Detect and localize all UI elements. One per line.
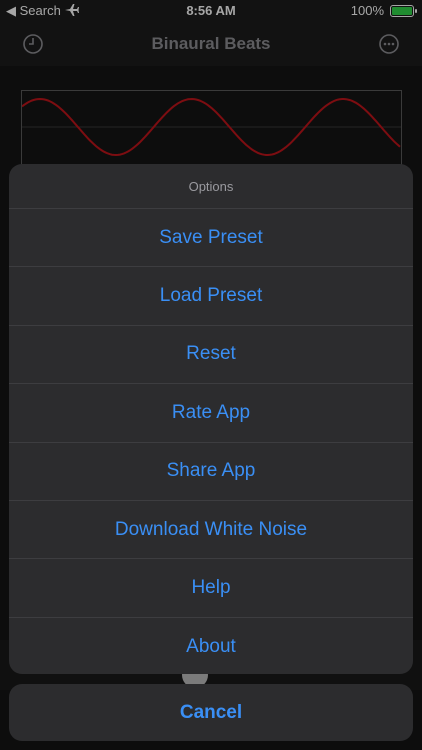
download-white-noise-button[interactable]: Download White Noise <box>9 501 413 560</box>
save-preset-button[interactable]: Save Preset <box>9 209 413 268</box>
reset-button[interactable]: Reset <box>9 326 413 385</box>
about-button[interactable]: About <box>9 618 413 674</box>
action-sheet: Options Save Preset Load Preset Reset Ra… <box>9 164 413 674</box>
rate-app-button[interactable]: Rate App <box>9 384 413 443</box>
action-sheet-title: Options <box>9 164 413 209</box>
load-preset-button[interactable]: Load Preset <box>9 267 413 326</box>
share-app-button[interactable]: Share App <box>9 443 413 501</box>
cancel-button[interactable]: Cancel <box>9 684 413 741</box>
help-button[interactable]: Help <box>9 559 413 618</box>
